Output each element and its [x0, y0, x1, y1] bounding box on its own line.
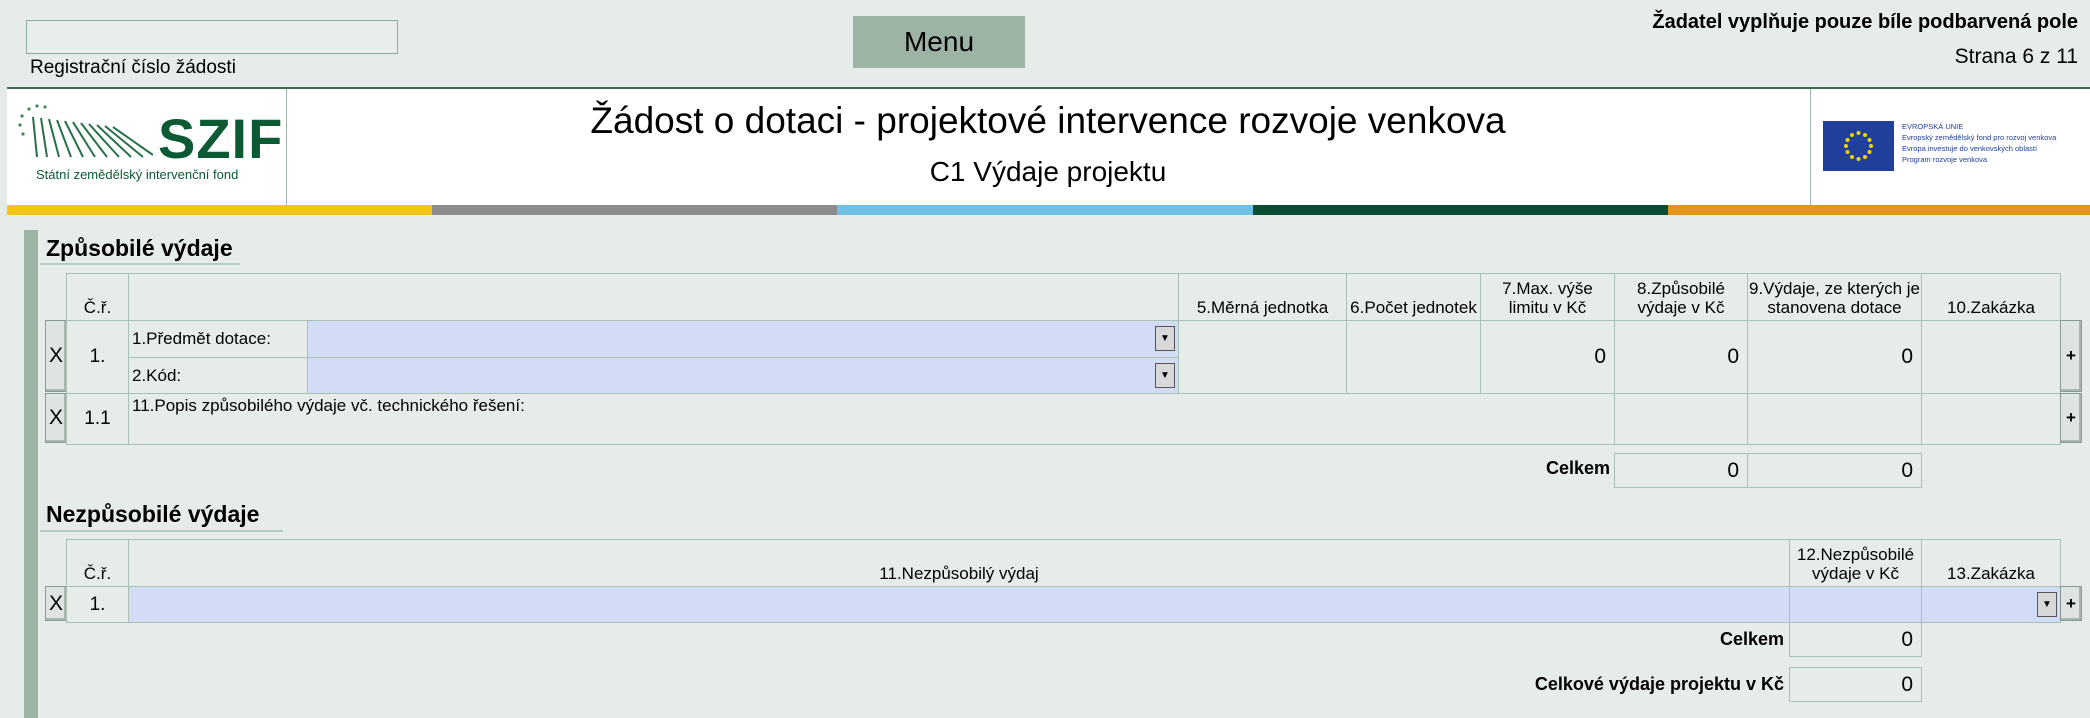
- unit-cell: [1178, 320, 1347, 394]
- add-description-button[interactable]: +: [2060, 393, 2082, 443]
- chevron-down-icon[interactable]: ▼: [2037, 592, 2057, 617]
- col-header-cr: Č.ř.: [66, 273, 129, 321]
- col-header-count: 6.Počet jednotek: [1346, 273, 1481, 321]
- ineligible-total-label: Celkem: [1719, 629, 1784, 649]
- chevron-down-icon[interactable]: ▼: [1155, 326, 1175, 351]
- add-ineligible-row-button[interactable]: +: [2060, 586, 2082, 621]
- col-header-eligible: 8.Způsobilé výdaje v Kč: [1614, 273, 1748, 321]
- contract-cell: [1921, 320, 2061, 394]
- ineligible-amount-input[interactable]: [1789, 586, 1922, 623]
- description-eligible-cell: [1614, 393, 1748, 445]
- max-limit-value: 0: [1480, 320, 1615, 394]
- count-cell: [1346, 320, 1481, 394]
- ineligible-expense-input[interactable]: [128, 586, 1790, 623]
- szif-logo-graphic: [18, 104, 153, 159]
- col-header-subject: [128, 273, 1179, 321]
- subject-label: 1.Předmět dotace:: [132, 329, 271, 348]
- project-total-label: Celkové výdaje projektu v Kč: [1534, 674, 1784, 694]
- col-header-contract: 10.Zakázka: [1921, 273, 2061, 321]
- description-cell[interactable]: 11.Popis způsobilého výdaje vč. technick…: [128, 393, 1615, 445]
- applicant-note: Žadatel vyplňuje pouze bíle podbarvená p…: [1652, 11, 2078, 33]
- col-header-basis: 9.Výdaje, ze kterých je stanovena dotace: [1747, 273, 1922, 321]
- subject-label-cell: 1.Předmět dotace:: [128, 320, 308, 358]
- delete-row-button[interactable]: X: [45, 320, 67, 392]
- eu-flag-icon: [1823, 121, 1894, 171]
- code-label-cell: 2.Kód:: [128, 357, 308, 394]
- description-label: 11.Popis způsobilého výdaje vč. technick…: [132, 396, 525, 415]
- eligible-total-label: Celkem: [1545, 458, 1610, 478]
- eligible-value: 0: [1614, 320, 1748, 394]
- col-header-ineligible-amount: 12.Nezpůsobilé výdaje v Kč: [1789, 539, 1922, 587]
- registration-number-label: Registrační číslo žádosti: [30, 57, 236, 78]
- ineligible-contract-select[interactable]: ▼: [1921, 586, 2061, 623]
- col-header-contract-2: 13.Zakázka: [1921, 539, 2061, 587]
- col-header-ineligible-expense: 11.Nezpůsobilý výdaj: [128, 539, 1790, 587]
- stripe-gray: [432, 205, 837, 215]
- description-basis-cell: [1747, 393, 1922, 445]
- eligible-section-underline: [40, 263, 240, 265]
- subject-select[interactable]: ▼: [307, 320, 1179, 358]
- section-accent-bar: [24, 230, 38, 718]
- szif-logo-subtitle: Státní zemědělský intervenční fond: [36, 167, 239, 182]
- page-subtitle: C1 Výdaje projektu: [929, 156, 1167, 187]
- ineligible-row-number: 1.: [66, 586, 129, 623]
- stripe-yellow: [7, 205, 432, 215]
- stripe-blue: [837, 205, 1253, 215]
- code-label: 2.Kód:: [132, 366, 182, 385]
- code-select[interactable]: ▼: [307, 357, 1179, 394]
- delete-description-button[interactable]: X: [45, 393, 67, 443]
- project-total-value: 0: [1789, 667, 1922, 702]
- basis-value: 0: [1747, 320, 1922, 394]
- eu-logo-text: EVROPSKÁ UNIE Evropský zemědělský fond p…: [1902, 122, 2057, 164]
- ineligible-section-underline: [40, 530, 283, 532]
- page-indicator: Strana 6 z 11: [1954, 45, 2078, 68]
- col-header-unit: 5.Měrná jednotka: [1178, 273, 1347, 321]
- col-header-max-limit: 7.Max. výše limitu v Kč: [1480, 273, 1615, 321]
- basis-total-value: 0: [1747, 453, 1922, 488]
- eligible-total-value: 0: [1614, 453, 1748, 488]
- stripe-green: [1253, 205, 1668, 215]
- description-contract-cell: [1921, 393, 2061, 445]
- page-title: Žádost o dotaci - projektové intervence …: [590, 100, 1506, 141]
- ineligible-total-value: 0: [1789, 622, 1922, 657]
- stripe-orange: [1668, 205, 2090, 215]
- delete-ineligible-row-button[interactable]: X: [45, 586, 67, 621]
- ineligible-section-title: Nezpůsobilé výdaje: [46, 501, 260, 527]
- col-header-cr-2: Č.ř.: [66, 539, 129, 587]
- szif-logo-text: SZIF: [158, 107, 284, 170]
- subrow-number: 1.1: [66, 393, 129, 445]
- eligible-section-title: Způsobilé výdaje: [46, 235, 233, 261]
- menu-button[interactable]: Menu: [853, 16, 1025, 68]
- chevron-down-icon[interactable]: ▼: [1155, 363, 1175, 388]
- registration-number-field[interactable]: [26, 20, 398, 54]
- add-row-button[interactable]: +: [2060, 320, 2082, 392]
- row-number: 1.: [66, 320, 129, 394]
